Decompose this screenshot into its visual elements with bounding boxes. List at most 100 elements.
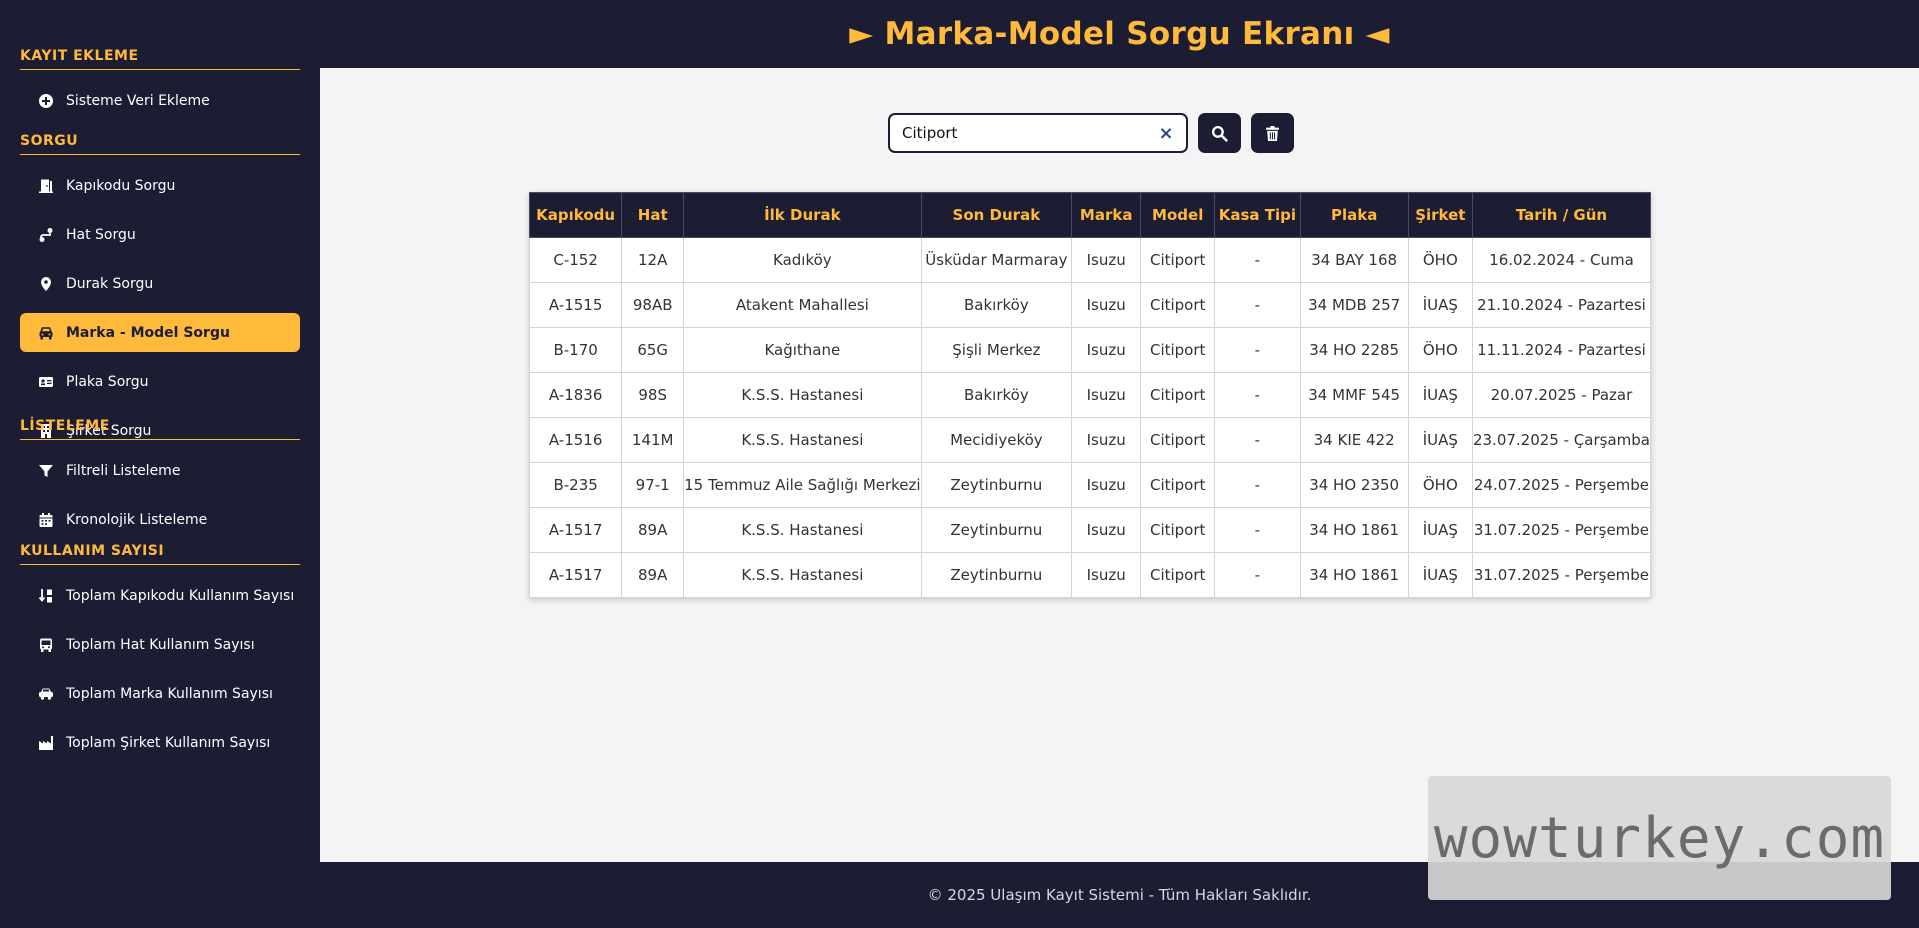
table-cell: Citiport bbox=[1140, 417, 1216, 463]
cars-icon bbox=[39, 688, 53, 700]
page-title: ► Marka-Model Sorgu Ekranı ◄ bbox=[849, 16, 1390, 52]
table-cell: A-1517 bbox=[528, 552, 623, 598]
search-input[interactable] bbox=[902, 124, 1158, 142]
table-cell: İUAŞ bbox=[1407, 552, 1473, 598]
sidebar-item-label: Plaka Sorgu bbox=[66, 373, 149, 390]
results-table-wrapper: Kapıkodu Hat İlk Durak Son Durak Marka Model K… bbox=[528, 192, 1652, 598]
watermark: wowturkey.com bbox=[1428, 776, 1891, 900]
table-cell: İUAŞ bbox=[1407, 417, 1473, 463]
table-cell: Zeytinburnu bbox=[920, 552, 1073, 598]
sidebar-item[interactable]: Toplam Kapıkodu Kullanım Sayısı bbox=[20, 576, 300, 615]
column-header[interactable]: Tarih / Gün bbox=[1471, 192, 1652, 238]
table-cell: İUAŞ bbox=[1407, 507, 1473, 553]
delete-button[interactable] bbox=[1251, 113, 1294, 153]
table-cell: 34 KIE 422 bbox=[1299, 417, 1409, 463]
sidebar-item[interactable]: Kapıkodu Sorgu bbox=[20, 166, 300, 205]
table-cell: 21.10.2024 - Pazartesi bbox=[1471, 282, 1652, 328]
table-cell: Isuzu bbox=[1071, 552, 1142, 598]
sidebar-item[interactable]: Kronolojik Listeleme bbox=[20, 500, 300, 539]
industry-icon bbox=[39, 735, 53, 750]
sidebar-item-icon bbox=[38, 463, 66, 479]
table-cell: - bbox=[1214, 507, 1301, 553]
sidebar-item[interactable]: Toplam Şirket Kullanım Sayısı bbox=[20, 723, 300, 762]
search-box: × bbox=[888, 113, 1188, 153]
sidebar-item-list: Sisteme Veri Ekleme bbox=[20, 81, 300, 120]
sidebar-section-title: SORGU bbox=[20, 133, 300, 155]
column-header[interactable]: Kasa Tipi bbox=[1214, 192, 1301, 238]
table-row[interactable]: C-152 12A Kadıköy Üsküdar Marmaray Isuzu Citi… bbox=[528, 237, 1652, 283]
table-cell: İUAŞ bbox=[1407, 282, 1473, 328]
table-cell: 34 HO 2350 bbox=[1299, 462, 1409, 508]
sidebar-section: LİSTELEME Filtreli Listeleme Kronolojik Li… bbox=[20, 418, 300, 549]
plus-circle-icon bbox=[39, 93, 53, 108]
table-cell: Citiport bbox=[1140, 552, 1216, 598]
table-row[interactable]: B-170 65G Kağıthane Şişli Merkez Isuzu Citipo… bbox=[528, 327, 1652, 373]
sidebar-item-label: Filtreli Listeleme bbox=[66, 462, 181, 479]
sidebar-item[interactable]: Sisteme Veri Ekleme bbox=[20, 81, 300, 120]
sidebar-section: KULLANIM SAYISI Toplam Kapıkodu Kullanım … bbox=[20, 543, 300, 772]
table-cell: 65G bbox=[621, 327, 685, 373]
column-header[interactable]: Plaka bbox=[1299, 192, 1409, 238]
sidebar-item-label: Sisteme Veri Ekleme bbox=[66, 92, 210, 109]
sidebar-item-icon bbox=[38, 588, 66, 604]
sidebar-item-icon bbox=[38, 686, 66, 702]
sidebar-item[interactable]: Plaka Sorgu bbox=[20, 362, 300, 401]
sidebar-item-label: Kronolojik Listeleme bbox=[66, 511, 208, 528]
footer-text: © 2025 Ulaşım Kayıt Sistemi - Tüm Haklar… bbox=[927, 886, 1312, 904]
sidebar-item[interactable]: Hat Sorgu bbox=[20, 215, 300, 254]
table-row[interactable]: A-1516 141M K.S.S. Hastanesi Mecidiyeköy Isu… bbox=[528, 417, 1652, 463]
table-cell: - bbox=[1214, 282, 1301, 328]
column-header[interactable]: İlk Durak bbox=[683, 192, 922, 238]
door-icon bbox=[39, 179, 53, 193]
search-icon bbox=[1211, 125, 1228, 142]
sidebar: KAYIT EKLEME Sisteme Veri Ekleme SORGU Kapı… bbox=[0, 0, 320, 862]
table-cell: - bbox=[1214, 237, 1301, 283]
table-cell: Isuzu bbox=[1071, 417, 1142, 463]
sidebar-item[interactable]: Durak Sorgu bbox=[20, 264, 300, 303]
table-cell: 34 HO 1861 bbox=[1299, 552, 1409, 598]
table-row[interactable]: B-235 97-1 15 Temmuz Aile Sağlığı Merkezi Z… bbox=[528, 462, 1652, 508]
column-header[interactable]: Hat bbox=[621, 192, 685, 238]
search-button[interactable] bbox=[1198, 113, 1241, 153]
sidebar-item-label: Toplam Marka Kullanım Sayısı bbox=[66, 685, 273, 702]
trash-icon bbox=[1266, 125, 1279, 141]
table-row[interactable]: A-1515 98AB Atakent Mahallesi Bakırköy Isuzu… bbox=[528, 282, 1652, 328]
sidebar-item[interactable]: Marka - Model Sorgu bbox=[20, 313, 300, 352]
table-cell: B-170 bbox=[528, 327, 623, 373]
table-cell: K.S.S. Hastanesi bbox=[683, 507, 922, 553]
sidebar-section-title: LİSTELEME bbox=[20, 418, 300, 440]
sidebar-item-icon bbox=[38, 637, 66, 653]
table-cell: A-1515 bbox=[528, 282, 623, 328]
table-cell: 34 MDB 257 bbox=[1299, 282, 1409, 328]
clear-icon[interactable]: × bbox=[1158, 123, 1174, 144]
table-cell: 24.07.2025 - Perşembe bbox=[1471, 462, 1652, 508]
bus-icon bbox=[40, 638, 52, 652]
sidebar-item-icon bbox=[38, 276, 66, 292]
table-row[interactable]: A-1517 89A K.S.S. Hastanesi Zeytinburnu Isuz… bbox=[528, 552, 1652, 598]
table-row[interactable]: A-1517 89A K.S.S. Hastanesi Zeytinburnu Isuz… bbox=[528, 507, 1652, 553]
table-cell: - bbox=[1214, 417, 1301, 463]
table-cell: - bbox=[1214, 462, 1301, 508]
column-header[interactable]: Model bbox=[1140, 192, 1216, 238]
table-cell: Citiport bbox=[1140, 282, 1216, 328]
sidebar-item-icon bbox=[38, 227, 66, 243]
sidebar-item[interactable]: Filtreli Listeleme bbox=[20, 451, 300, 490]
column-header[interactable]: Şirket bbox=[1407, 192, 1473, 238]
column-header[interactable]: Kapıkodu bbox=[528, 192, 623, 238]
table-cell: 31.07.2025 - Perşembe bbox=[1471, 507, 1652, 553]
column-header[interactable]: Son Durak bbox=[920, 192, 1073, 238]
table-cell: 98AB bbox=[621, 282, 685, 328]
table-cell: Citiport bbox=[1140, 237, 1216, 283]
table-row[interactable]: A-1836 98S K.S.S. Hastanesi Bakırköy Isuzu Ci… bbox=[528, 372, 1652, 418]
table-cell: - bbox=[1214, 552, 1301, 598]
table-cell: Bakırköy bbox=[920, 282, 1073, 328]
table-cell: - bbox=[1214, 372, 1301, 418]
sidebar-item[interactable]: Toplam Hat Kullanım Sayısı bbox=[20, 625, 300, 664]
car-icon bbox=[39, 326, 53, 339]
route-icon bbox=[39, 227, 53, 242]
column-header[interactable]: Marka bbox=[1071, 192, 1142, 238]
sidebar-item[interactable]: Toplam Marka Kullanım Sayısı bbox=[20, 674, 300, 713]
table-cell: 34 BAY 168 bbox=[1299, 237, 1409, 283]
table-cell: 34 HO 2285 bbox=[1299, 327, 1409, 373]
watermark-text: wowturkey.com bbox=[1433, 805, 1886, 871]
